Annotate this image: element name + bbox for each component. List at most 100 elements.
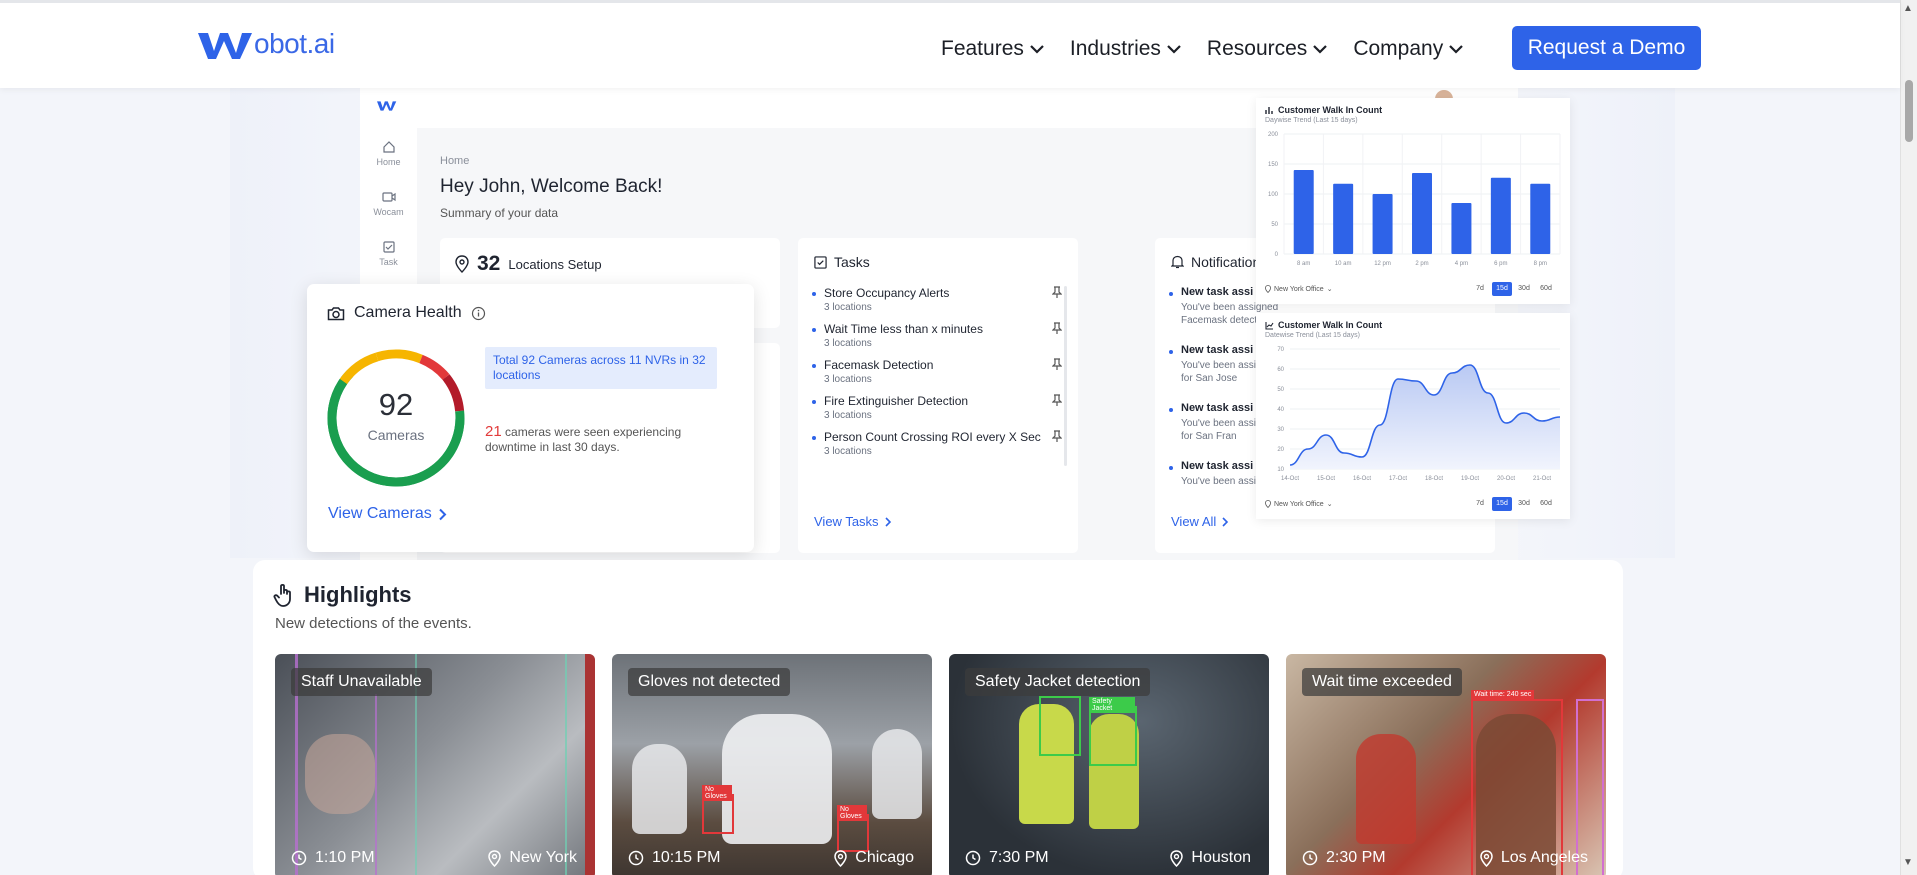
clock-icon	[628, 850, 644, 866]
chevron-right-icon	[884, 516, 891, 527]
nav-industries[interactable]: Industries	[1070, 37, 1181, 61]
locations-count: 32	[477, 252, 501, 275]
detection-line	[565, 654, 567, 875]
pin-icon[interactable]	[1052, 394, 1062, 407]
location-pin-icon	[455, 255, 469, 273]
scroll-down-icon[interactable]: ▼	[1903, 857, 1913, 868]
chevron-right-icon	[439, 508, 447, 520]
notification-title: New task assi	[1181, 460, 1254, 472]
pin-icon[interactable]	[1052, 358, 1062, 371]
highlight-tag: Wait time exceeded	[1302, 668, 1462, 696]
range-7d[interactable]: 7d	[1470, 497, 1490, 511]
highlight-card-jacket[interactable]: Safety Jacket Safety Jacket detection 7:…	[949, 654, 1269, 875]
detection-label: No Gloves	[702, 785, 732, 801]
tasks-header: Tasks	[814, 254, 870, 270]
area-chart-range-selector: 7d 15d 30d 60d	[1470, 497, 1556, 511]
pin-icon[interactable]	[1052, 430, 1062, 443]
bar	[1451, 203, 1472, 254]
highlight-location-text: Chicago	[855, 849, 914, 866]
highlight-tag: Gloves not detected	[628, 668, 791, 696]
notification-bullet	[1169, 350, 1173, 354]
scroll-up-icon[interactable]: ▲	[1903, 3, 1913, 14]
detection-label: No Gloves	[837, 805, 867, 821]
x-tick-label: 10 am	[1335, 261, 1352, 267]
area-chart-title: Customer Walk In Count	[1265, 320, 1382, 330]
highlights-header: Highlights	[273, 582, 412, 608]
view-all-label: View All	[1171, 514, 1217, 529]
chevron-down-icon	[1030, 44, 1044, 54]
nav-menu: Features Industries Resources Company	[941, 37, 1489, 61]
y-tick-label: 150	[1268, 162, 1279, 168]
range-30d[interactable]: 30d	[1514, 282, 1534, 296]
highlight-time: 7:30 PM	[965, 849, 1049, 867]
range-7d[interactable]: 7d	[1470, 282, 1490, 296]
range-15d[interactable]: 15d	[1492, 497, 1512, 511]
highlight-card-staff[interactable]: Staff Unavailable 1:10 PM New York	[275, 654, 595, 875]
x-tick-label: 20-Oct	[1497, 476, 1515, 482]
area-chart-location[interactable]: New York Office ⌄	[1265, 500, 1333, 508]
person-figure	[305, 734, 375, 814]
breadcrumb[interactable]: Home	[440, 155, 469, 167]
checkbox-icon	[382, 241, 395, 253]
sidebar-item-wocam[interactable]: Wocam	[360, 190, 417, 217]
bar	[1530, 183, 1551, 254]
sidebar-item-task[interactable]: Task	[360, 240, 417, 267]
nav-features-label: Features	[941, 37, 1024, 60]
view-cameras-link[interactable]: View Cameras	[328, 505, 447, 523]
tasks-scrollbar[interactable]	[1064, 286, 1067, 466]
bar-chart-card: Customer Walk In Count Daywise Trend (La…	[1256, 98, 1570, 304]
task-bullet	[812, 400, 816, 404]
task-sub: 3 locations	[824, 302, 872, 313]
nav-resources[interactable]: Resources	[1207, 37, 1328, 61]
bar-chart-location[interactable]: New York Office ⌄	[1265, 285, 1333, 293]
y-tick-label: 100	[1268, 192, 1279, 198]
chevron-down-icon	[1449, 44, 1463, 54]
highlight-location-text: Los Angeles	[1500, 849, 1588, 866]
notification-title: New task assi	[1181, 402, 1254, 414]
location-pin-icon	[488, 849, 502, 867]
task-bullet	[812, 436, 816, 440]
highlights-title: Highlights	[304, 582, 412, 607]
pin-icon[interactable]	[1052, 322, 1062, 335]
sidebar-item-home[interactable]: Home	[360, 140, 417, 167]
info-icon[interactable]	[471, 306, 486, 321]
camera-icon	[327, 306, 345, 320]
nav-features[interactable]: Features	[941, 37, 1044, 61]
bar	[1412, 173, 1432, 254]
highlight-time: 10:15 PM	[628, 849, 720, 867]
task-name: Facemask Detection	[824, 358, 934, 372]
tasks-card: Tasks Store Occupancy Alerts 3 locations W…	[798, 238, 1078, 553]
y-tick-label: 200	[1268, 132, 1279, 138]
detection-line	[375, 694, 377, 875]
range-15d[interactable]: 15d	[1492, 282, 1512, 296]
range-60d[interactable]: 60d	[1536, 497, 1556, 511]
line-chart-icon	[1265, 321, 1274, 330]
range-60d[interactable]: 60d	[1536, 282, 1556, 296]
pin-icon[interactable]	[1052, 286, 1062, 299]
highlight-time-text: 10:15 PM	[652, 849, 721, 866]
clock-icon	[291, 850, 307, 866]
range-30d[interactable]: 30d	[1514, 497, 1534, 511]
highlight-card-wait[interactable]: Wait time: 240 sec Wait time exceeded 2:…	[1286, 654, 1606, 875]
view-tasks-link[interactable]: View Tasks	[814, 514, 892, 529]
nav-company[interactable]: Company	[1353, 37, 1463, 61]
x-tick-label: 8 am	[1297, 261, 1310, 267]
chef-figure	[632, 744, 687, 834]
highlight-card-gloves[interactable]: No Gloves No Gloves Gloves not detected …	[612, 654, 932, 875]
highlight-location: Chicago	[834, 849, 914, 867]
top-navbar: obot.ai Features Industries Resources Co…	[0, 0, 1900, 88]
view-all-link[interactable]: View All	[1171, 514, 1229, 529]
welcome-heading: Hey John, Welcome Back!	[440, 176, 663, 197]
bar-chart-icon	[1265, 106, 1273, 114]
bell-icon	[1171, 255, 1184, 269]
staff-figure	[1356, 734, 1416, 844]
task-sub: 3 locations	[824, 338, 872, 349]
bar-chart-title-text: Customer Walk In Count	[1278, 105, 1383, 115]
request-demo-button[interactable]: Request a Demo	[1512, 26, 1701, 70]
camera-health-header: Camera Health	[327, 304, 486, 322]
scrollbar-thumb[interactable]	[1905, 80, 1913, 142]
y-tick-label: 20	[1277, 447, 1284, 453]
view-cameras-label: View Cameras	[328, 505, 432, 522]
wobot-logo[interactable]: obot.ai	[198, 28, 335, 61]
task-bullet	[812, 292, 816, 296]
